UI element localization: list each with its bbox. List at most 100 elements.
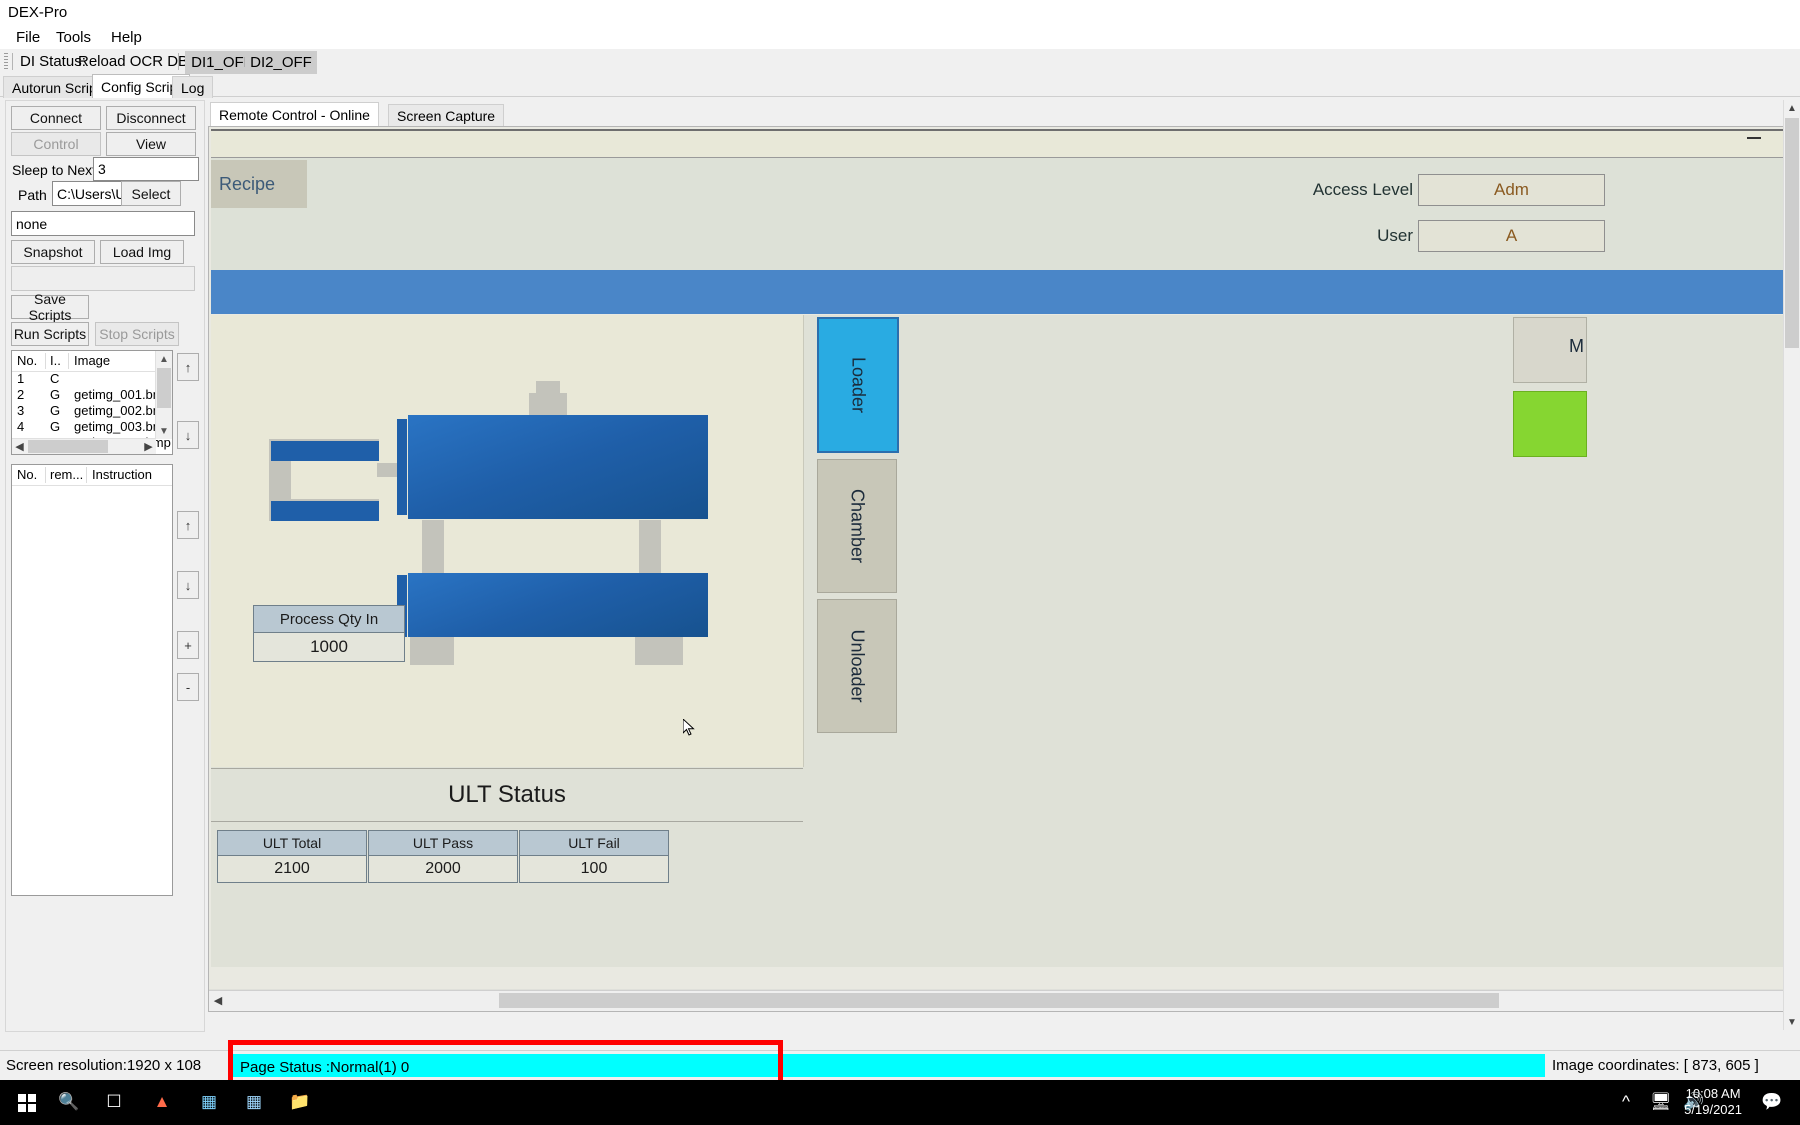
scroll-up-icon[interactable]: ▲ <box>156 351 172 367</box>
notification-icon[interactable]: 💬 <box>1758 1088 1786 1116</box>
move-up-button[interactable]: ↑ <box>177 353 199 381</box>
load-img-button[interactable]: Load Img <box>100 240 184 264</box>
task-view-icon[interactable]: ☐ <box>100 1088 128 1116</box>
image-list-horizontal-scrollbar[interactable]: ◀ ▶ <box>12 438 156 454</box>
ult-total-value: 2100 <box>217 856 367 883</box>
hscroll-thumb[interactable] <box>28 440 108 453</box>
indicator-mode-label: M <box>1569 336 1584 357</box>
image-col-image[interactable]: Image <box>74 353 110 368</box>
view-button[interactable]: View <box>106 132 196 156</box>
machine-diagram[interactable]: Process Qty In 1000 <box>211 315 804 767</box>
move-down-button[interactable]: ↓ <box>177 421 199 449</box>
scroll-down-icon[interactable]: ▼ <box>156 423 172 439</box>
indicator-box-mode[interactable]: M <box>1513 317 1587 383</box>
connect-button[interactable]: Connect <box>11 106 101 130</box>
scroll-left-icon[interactable]: ◀ <box>12 439 27 454</box>
run-scripts-button[interactable]: Run Scripts <box>11 322 89 346</box>
windows-taskbar: 🔍 ☐ ▲ ▦ ▦ 📁 ^ 🖥 🔊 10:08 AM 5/19/2021 💬 <box>0 1080 1800 1125</box>
di2-status-indicator[interactable]: DI2_OFF <box>245 51 317 74</box>
stage-label-chamber: Chamber <box>847 489 868 563</box>
toolbar-separator-2 <box>178 53 179 70</box>
select-path-button[interactable]: Select <box>121 181 181 206</box>
scroll-thumb[interactable] <box>157 368 171 408</box>
viewport-scroll-left-icon[interactable]: ◀ <box>209 991 227 1010</box>
diagram-arm-blue-bottom <box>271 501 379 521</box>
viewport-hscroll-thumb[interactable] <box>499 993 1499 1008</box>
di-status-label: DI Status: <box>20 53 86 70</box>
access-level-value[interactable]: Adm <box>1418 174 1605 206</box>
indicator-box-status[interactable] <box>1513 391 1587 457</box>
menu-item-tools[interactable]: Tools <box>50 28 97 47</box>
chevron-up-icon[interactable]: ^ <box>1612 1088 1640 1116</box>
secondary-value-input[interactable] <box>11 266 195 291</box>
search-icon[interactable]: 🔍 <box>55 1088 83 1116</box>
table-row[interactable]: 2 G getimg_001.bmp <box>12 387 172 403</box>
app1-icon[interactable]: ▦ <box>195 1088 223 1116</box>
reload-ocr-db-button[interactable]: Reload OCR DB <box>78 53 188 70</box>
viewport-vertical-scrollbar[interactable]: ▲ ▼ <box>1783 100 1800 1030</box>
instr-move-down-button[interactable]: ↓ <box>177 571 199 599</box>
minimize-icon[interactable] <box>1747 137 1761 139</box>
table-row[interactable]: 3 G getimg_002.bmp <box>12 403 172 419</box>
ocr-result-input[interactable]: none <box>11 211 195 236</box>
vlc-icon[interactable]: ▲ <box>148 1088 176 1116</box>
process-qty-value: 1000 <box>253 633 405 662</box>
save-scripts-button[interactable]: Save Scripts <box>11 295 89 319</box>
instr-col-no[interactable]: No. <box>17 467 37 482</box>
image-col-index[interactable]: I.. <box>50 353 61 368</box>
app-scroll-down-icon[interactable]: ▼ <box>1784 1014 1800 1030</box>
cell-no: 1 <box>17 371 24 386</box>
recipe-tab[interactable]: Recipe <box>211 160 307 208</box>
image-list-vertical-scrollbar[interactable]: ▲ ▼ <box>155 351 172 439</box>
explorer-icon[interactable]: 📁 <box>286 1088 314 1116</box>
cell-index: C <box>50 371 59 386</box>
ult-pass-cell[interactable]: ULT Pass 2000 <box>368 830 518 883</box>
remote-screen-viewport[interactable]: Recipe Access Level Adm User A <box>208 126 1800 1012</box>
stage-button-chamber[interactable]: Chamber <box>817 459 897 593</box>
stage-button-unloader[interactable]: Unloader <box>817 599 897 733</box>
instr-add-button[interactable]: + <box>177 631 199 659</box>
table-row[interactable]: 4 G getimg_003.bmp <box>12 419 172 435</box>
disconnect-button[interactable]: Disconnect <box>106 106 196 130</box>
process-qty-box[interactable]: Process Qty In 1000 <box>253 605 405 662</box>
network-icon[interactable]: 🖥 <box>1647 1088 1675 1116</box>
ult-total-cell[interactable]: ULT Total 2100 <box>217 830 367 883</box>
image-list-grid[interactable]: No. I.. Image 1 C 2 G getimg_001.bmp 3 G… <box>11 350 173 455</box>
instr-move-up-button[interactable]: ↑ <box>177 511 199 539</box>
viewport-horizontal-scrollbar[interactable]: ◀ ▶ <box>209 990 1799 1011</box>
toolbar-grip-icon[interactable] <box>4 53 8 70</box>
table-row[interactable]: 1 C <box>12 371 172 387</box>
taskbar-clock[interactable]: 10:08 AM 5/19/2021 <box>1684 1086 1742 1118</box>
path-input[interactable]: C:\Users\U: <box>52 181 123 206</box>
instruction-list-grid[interactable]: No. rem... Instruction <box>11 464 173 896</box>
ult-fail-cell[interactable]: ULT Fail 100 <box>519 830 669 883</box>
stage-button-loader[interactable]: Loader <box>817 317 899 453</box>
instr-remove-button[interactable]: - <box>177 673 199 701</box>
start-icon[interactable] <box>18 1094 36 1112</box>
menu-item-file[interactable]: File <box>10 28 46 47</box>
remote-hmi-screenshot[interactable]: Recipe Access Level Adm User A <box>209 127 1783 989</box>
tab-screen-capture[interactable]: Screen Capture <box>388 104 504 127</box>
right-indicator-panel: M <box>1513 317 1587 465</box>
image-col-no[interactable]: No. <box>17 353 37 368</box>
sleep-to-next-input[interactable]: 3 <box>93 157 199 181</box>
app-vscroll-thumb[interactable] <box>1785 118 1799 348</box>
script-control-panel: Connect Disconnect Control View Sleep to… <box>5 100 205 1032</box>
app2-icon[interactable]: ▦ <box>240 1088 268 1116</box>
cell-no: 2 <box>17 387 24 402</box>
snapshot-button[interactable]: Snapshot <box>11 240 95 264</box>
stop-scripts-button[interactable]: Stop Scripts <box>95 322 179 346</box>
app-scroll-up-icon[interactable]: ▲ <box>1784 100 1800 116</box>
menu-item-help[interactable]: Help <box>105 28 148 47</box>
tab-remote-control[interactable]: Remote Control - Online <box>210 102 379 127</box>
user-value[interactable]: A <box>1418 220 1605 252</box>
instr-col-remark[interactable]: rem... <box>50 467 83 482</box>
user-label: User <box>1377 226 1413 246</box>
tab-log[interactable]: Log <box>172 76 213 98</box>
control-button[interactable]: Control <box>11 132 101 156</box>
instr-col-instruction[interactable]: Instruction <box>92 467 152 482</box>
diagram-conveyor-main <box>408 573 708 637</box>
di-status-toolbar: DI Status: Reload OCR DB DI1_OFF DI2_OFF <box>0 49 1800 74</box>
instruction-list-header: No. rem... Instruction <box>12 465 172 486</box>
scroll-right-icon[interactable]: ▶ <box>141 439 156 454</box>
